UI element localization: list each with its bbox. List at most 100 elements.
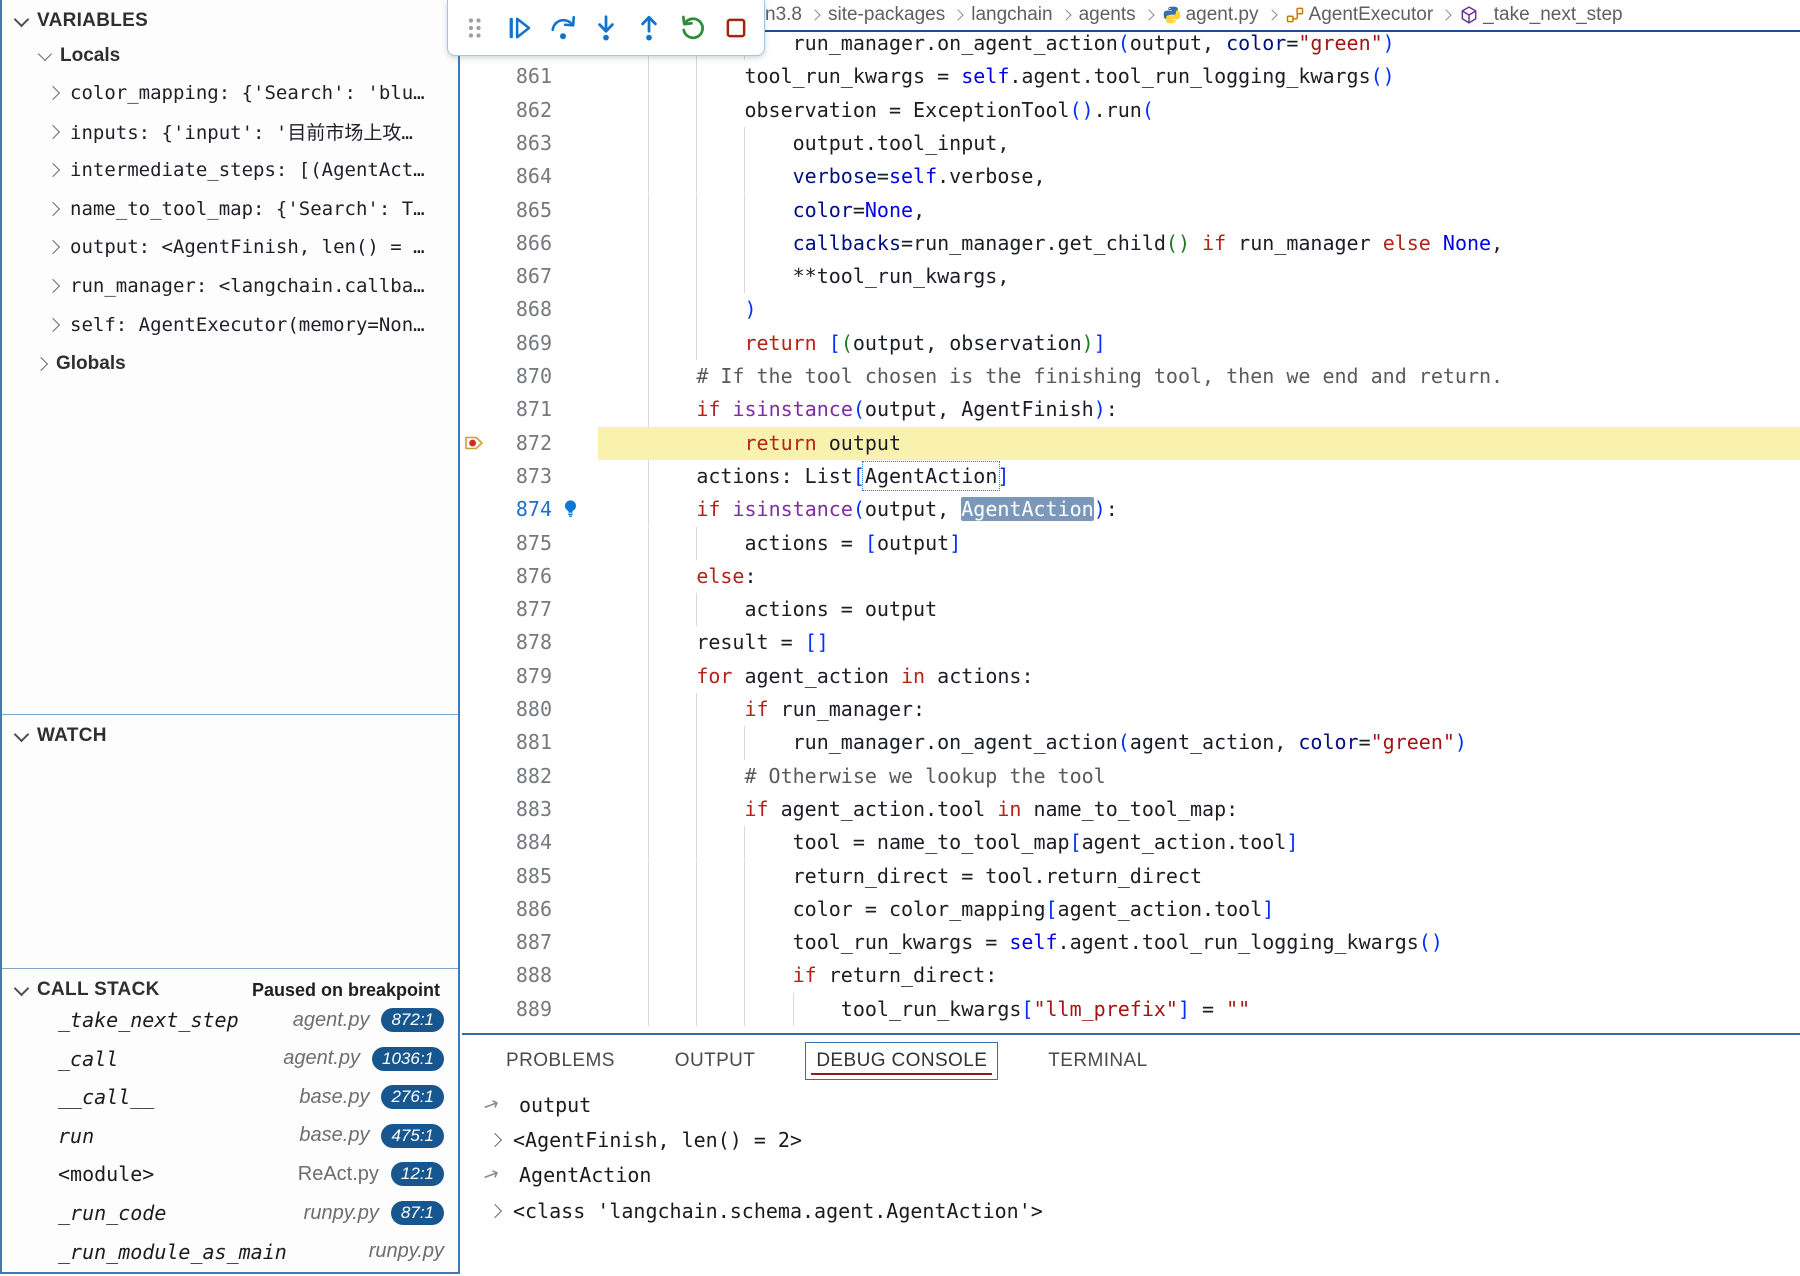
code-line[interactable]: 873 actions: List[AgentAction] xyxy=(462,460,1800,493)
breadcrumb-item[interactable]: AgentExecutor xyxy=(1285,4,1434,26)
code-text[interactable]: tool = name_to_tool_map[agent_action.too… xyxy=(600,826,1298,859)
call-stack-frame[interactable]: <module>ReAct.py12:1 xyxy=(2,1155,458,1193)
line-number[interactable]: 879 xyxy=(480,660,552,693)
line-number[interactable]: 883 xyxy=(480,793,552,826)
code-text[interactable]: actions = [output] xyxy=(600,527,961,560)
line-number[interactable]: 861 xyxy=(480,60,552,93)
variables-scope-locals[interactable]: Locals xyxy=(2,39,458,73)
code-line[interactable]: 885 return_direct = tool.return_direct xyxy=(462,860,1800,893)
watch-header[interactable]: WATCH xyxy=(2,721,458,751)
code-line[interactable]: 871 if isinstance(output, AgentFinish): xyxy=(462,393,1800,426)
gripper-icon[interactable] xyxy=(460,12,492,44)
variables-header[interactable]: VARIABLES xyxy=(2,6,458,36)
call-stack-frame[interactable]: __call__base.py276:1 xyxy=(2,1078,458,1116)
code-line[interactable]: 887 tool_run_kwargs = self.agent.tool_run… xyxy=(462,926,1800,959)
code-text[interactable]: if agent_action.tool in name_to_tool_map… xyxy=(600,793,1238,826)
code-text[interactable]: verbose=self.verbose, xyxy=(600,160,1046,193)
code-line[interactable]: 870# If the tool chosen is the finishing… xyxy=(462,360,1800,393)
line-number[interactable]: 887 xyxy=(480,926,552,959)
call-stack-frame[interactable]: _run_coderunpy.py87:1 xyxy=(2,1194,458,1232)
variable-row[interactable]: self: AgentExecutor(memory=Non… xyxy=(2,306,458,344)
code-text[interactable]: observation = ExceptionTool().run( xyxy=(600,94,1154,127)
breadcrumb-item[interactable]: agents xyxy=(1079,4,1136,26)
breadcrumb-item[interactable]: n3.8 xyxy=(765,4,802,26)
code-text[interactable]: tool_run_kwargs["llm_prefix"] = "" xyxy=(600,993,1250,1026)
variable-row[interactable]: intermediate_steps: [(AgentAct… xyxy=(2,151,458,189)
code-line[interactable]: 877actions = output xyxy=(462,593,1800,626)
code-text[interactable]: if run_manager: xyxy=(600,693,925,726)
code-line[interactable]: 882# Otherwise we lookup the tool xyxy=(462,760,1800,793)
line-number[interactable]: 867 xyxy=(480,260,552,293)
line-number[interactable]: 889 xyxy=(480,993,552,1026)
code-text[interactable]: callbacks=run_manager.get_child() if run… xyxy=(600,227,1503,260)
line-number[interactable]: 888 xyxy=(480,959,552,992)
line-number[interactable]: 882 xyxy=(480,760,552,793)
line-number[interactable]: 874 xyxy=(480,493,552,526)
line-number[interactable]: 865 xyxy=(480,194,552,227)
tab-debug-console[interactable]: DEBUG CONSOLE xyxy=(805,1042,998,1080)
line-number[interactable]: 875 xyxy=(480,527,552,560)
code-line[interactable]: 886color = color_mapping[agent_action.to… xyxy=(462,893,1800,926)
line-number[interactable]: 864 xyxy=(480,160,552,193)
line-number[interactable]: 871 xyxy=(480,393,552,426)
line-number[interactable]: 868 xyxy=(480,293,552,326)
tab-output[interactable]: OUTPUT xyxy=(665,1043,766,1079)
code-line[interactable]: 878result = [] xyxy=(462,626,1800,659)
line-number[interactable]: 878 xyxy=(480,626,552,659)
line-number[interactable]: 862 xyxy=(480,94,552,127)
variable-row[interactable]: inputs: {'input': '目前市场上攻… xyxy=(2,113,458,151)
code-line[interactable]: 888 if return_direct: xyxy=(462,959,1800,992)
code-text[interactable]: actions: List[AgentAction] xyxy=(600,460,1009,493)
chevron-right-icon[interactable] xyxy=(488,1133,502,1147)
tab-terminal[interactable]: TERMINAL xyxy=(1038,1043,1157,1079)
line-number[interactable]: 885 xyxy=(480,860,552,893)
code-line[interactable]: 863output.tool_input, xyxy=(462,127,1800,160)
code-text[interactable]: else: xyxy=(600,560,757,593)
code-text[interactable]: if isinstance(output, AgentAction): xyxy=(600,493,1118,526)
code-line[interactable]: 869return [(output, observation)] xyxy=(462,327,1800,360)
code-text[interactable]: # If the tool chosen is the finishing to… xyxy=(600,360,1503,393)
code-line[interactable]: 865color=None, xyxy=(462,194,1800,227)
code-text[interactable]: tool_run_kwargs = self.agent.tool_run_lo… xyxy=(600,926,1443,959)
code-line[interactable]: 880 if run_manager: xyxy=(462,693,1800,726)
debug-console[interactable]: →output<AgentFinish, len() = 2>→AgentAct… xyxy=(462,1087,1800,1229)
code-line[interactable]: 875 actions = [output] xyxy=(462,527,1800,560)
code-line[interactable]: 884 tool = name_to_tool_map[agent_action.… xyxy=(462,826,1800,859)
step-into-icon[interactable] xyxy=(590,12,622,44)
variables-scope-globals[interactable]: Globals xyxy=(2,347,458,381)
call-stack-frame[interactable]: _take_next_stepagent.py872:1 xyxy=(2,1001,458,1039)
line-number[interactable]: 881 xyxy=(480,726,552,759)
code-text[interactable]: tool_run_kwargs = self.agent.tool_run_lo… xyxy=(600,60,1395,93)
code-line[interactable]: 881 run_manager.on_agent_action(agent_act… xyxy=(462,726,1800,759)
code-text[interactable]: if isinstance(output, AgentFinish): xyxy=(600,393,1118,426)
variable-row[interactable]: output: <AgentFinish, len() = … xyxy=(2,228,458,266)
line-number[interactable]: 880 xyxy=(480,693,552,726)
line-number[interactable]: 877 xyxy=(480,593,552,626)
breadcrumb-item[interactable]: langchain xyxy=(971,4,1052,26)
step-out-icon[interactable] xyxy=(633,12,665,44)
code-text[interactable]: output.tool_input, xyxy=(600,127,1009,160)
code-text[interactable]: for agent_action in actions: xyxy=(600,660,1033,693)
lightbulb-icon[interactable] xyxy=(561,499,580,520)
chevron-right-icon[interactable] xyxy=(488,1204,502,1218)
code-line[interactable]: 872return output xyxy=(462,427,1800,460)
code-line[interactable]: 864 verbose=self.verbose, xyxy=(462,160,1800,193)
line-number[interactable]: 866 xyxy=(480,227,552,260)
code-line[interactable]: 874 if isinstance(output, AgentAction): xyxy=(462,493,1800,526)
breadcrumb-item[interactable]: _take_next_step xyxy=(1459,4,1622,26)
code-text[interactable]: run_manager.on_agent_action(agent_action… xyxy=(600,726,1467,759)
line-number[interactable]: 884 xyxy=(480,826,552,859)
code-line[interactable]: 879 for agent_action in actions: xyxy=(462,660,1800,693)
continue-icon[interactable] xyxy=(503,12,535,44)
call-stack-frame[interactable]: _run_module_as_mainrunpy.py xyxy=(2,1233,458,1271)
code-line[interactable]: 883 if agent_action.tool in name_to_tool_… xyxy=(462,793,1800,826)
console-result-row[interactable]: <AgentFinish, len() = 2> xyxy=(462,1122,1800,1157)
console-input-row[interactable]: →output xyxy=(462,1087,1800,1122)
code-text[interactable]: return_direct = tool.return_direct xyxy=(600,860,1202,893)
code-line[interactable]: 861 tool_run_kwargs = self.agent.tool_run… xyxy=(462,60,1800,93)
breadcrumb-item[interactable]: site-packages xyxy=(828,4,945,26)
code-text[interactable]: if return_direct: xyxy=(600,959,997,992)
variable-row[interactable]: color_mapping: {'Search': 'blu… xyxy=(2,74,458,112)
code-line[interactable]: 889 tool_run_kwargs["llm_prefix"] = "" xyxy=(462,993,1800,1026)
line-number[interactable]: 873 xyxy=(480,460,552,493)
